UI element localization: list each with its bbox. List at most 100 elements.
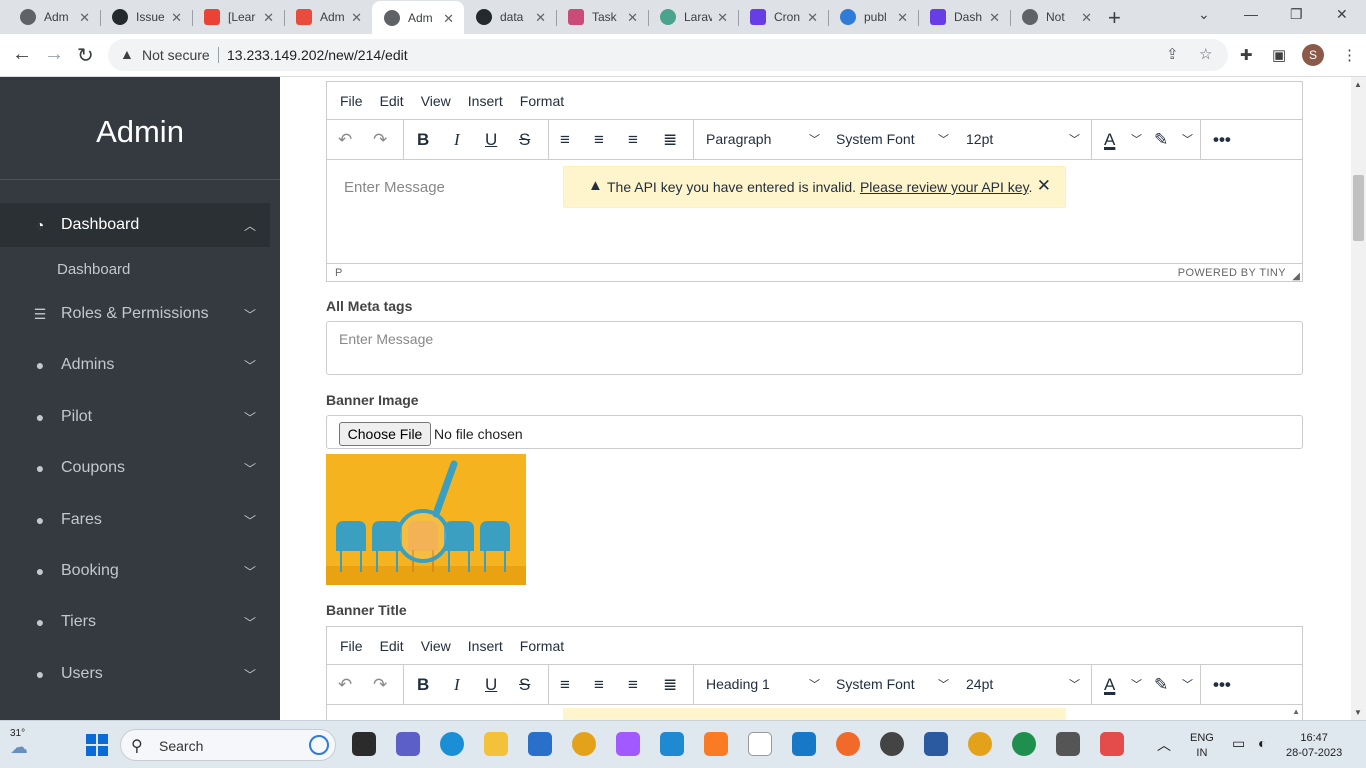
align-justify-icon[interactable]: ≣ (663, 675, 677, 695)
file-explorer-icon[interactable] (484, 732, 508, 756)
settings-gear-icon[interactable] (880, 732, 904, 756)
share-icon[interactable]: ⇪ (1166, 45, 1179, 63)
meta-tags-textarea[interactable]: Enter Message (326, 321, 1303, 375)
chevron-down-icon[interactable]: ﹀ (938, 131, 949, 147)
sidebar-item-admins[interactable]: ● Admins ﹀ (0, 343, 270, 387)
close-icon[interactable]: ✕ (989, 10, 1000, 26)
italic-icon[interactable]: I (454, 130, 460, 150)
mail-icon[interactable] (792, 732, 816, 756)
app-icon[interactable] (924, 732, 948, 756)
close-icon[interactable]: ✕ (351, 10, 362, 26)
tab-search-icon[interactable]: ⌄ (1198, 6, 1210, 23)
sidebar-item-coupons[interactable]: ● Coupons ﹀ (0, 446, 270, 490)
figma-icon[interactable] (616, 732, 640, 756)
clock[interactable]: 16:47 28-07-2023 (1286, 731, 1342, 761)
block-format-select[interactable]: Heading 1 (706, 676, 770, 692)
bold-icon[interactable]: B (417, 130, 429, 150)
url-text[interactable]: 13.233.149.202/new/214/edit (227, 47, 408, 63)
element-path[interactable]: P (335, 267, 342, 279)
align-right-icon[interactable]: ≡ (628, 675, 638, 695)
undo-icon[interactable]: ↶ (338, 130, 352, 150)
chevron-down-icon[interactable]: ﹀ (1069, 131, 1080, 147)
start-button[interactable] (86, 734, 108, 756)
window-close-button[interactable]: ✕ (1336, 6, 1348, 23)
align-center-icon[interactable]: ≡ (594, 675, 604, 695)
close-icon[interactable]: ✕ (807, 10, 818, 26)
forward-icon[interactable]: → (44, 43, 64, 66)
browser-tab-2[interactable]: Issue ✕ (100, 0, 192, 34)
more-menu-icon[interactable]: ⋮ (1342, 46, 1357, 64)
snipping-tool-icon[interactable] (1100, 732, 1124, 756)
network-icon[interactable]: ▭ (1232, 735, 1245, 752)
back-icon[interactable]: ← (12, 43, 32, 66)
minimize-button[interactable]: — (1244, 6, 1258, 22)
hs-app-icon[interactable] (1012, 732, 1036, 756)
powered-by-link[interactable]: POWERED BY TINY (1178, 267, 1286, 279)
browser-tab-5-active[interactable]: Adm ✕ (372, 1, 464, 34)
browser-tab-8[interactable]: Larav ✕ (648, 0, 738, 34)
teams-icon[interactable] (396, 732, 420, 756)
chrome-profile-icon[interactable] (968, 732, 992, 756)
align-center-icon[interactable]: ≡ (594, 130, 604, 150)
browser-tab-12[interactable]: Not ✕ (1010, 0, 1102, 34)
xampp-icon[interactable] (704, 732, 728, 756)
sidebar-item-tiers[interactable]: ● Tiers ﹀ (0, 600, 270, 644)
file-icon[interactable] (748, 732, 772, 756)
side-panel-icon[interactable]: ▣ (1272, 46, 1286, 64)
strikethrough-icon[interactable]: S (519, 130, 530, 150)
sidebar-item-pilot[interactable]: ● Pilot ﹀ (0, 395, 270, 439)
browser-tab-3[interactable]: [Lear ✕ (192, 0, 284, 34)
volume-icon[interactable]: ◐ (1258, 735, 1266, 751)
sidebar-subitem-dashboard[interactable]: Dashboard (57, 261, 130, 278)
font-size-select[interactable]: 24pt (966, 676, 993, 692)
text-color-icon[interactable]: A (1104, 675, 1115, 695)
close-icon[interactable]: ✕ (897, 10, 908, 26)
browser-tab-10[interactable]: publ ✕ (828, 0, 918, 34)
vscode-icon[interactable] (660, 732, 684, 756)
strikethrough-icon[interactable]: S (519, 675, 530, 695)
font-size-select[interactable]: 12pt (966, 131, 993, 147)
page-scrollbar[interactable]: ▲ ▼ (1351, 77, 1366, 720)
reload-icon[interactable]: ↻ (77, 43, 94, 68)
block-format-select[interactable]: Paragraph (706, 131, 771, 147)
chevron-down-icon[interactable]: ﹀ (809, 676, 820, 692)
postman-icon[interactable] (836, 732, 860, 756)
italic-icon[interactable]: I (454, 675, 460, 695)
browser-tab-9[interactable]: Cron ✕ (738, 0, 828, 34)
chevron-down-icon[interactable]: ﹀ (938, 676, 949, 692)
editor-body[interactable]: Enter Message ▲ The API key you have ent… (327, 160, 1302, 263)
resize-handle-icon[interactable]: ◢ (1292, 271, 1300, 282)
security-label[interactable]: Not secure (142, 47, 210, 63)
menu-insert[interactable]: Insert (468, 638, 503, 654)
chrome-icon[interactable] (572, 732, 596, 756)
restore-button[interactable]: ❐ (1290, 6, 1303, 23)
store-icon[interactable] (528, 732, 552, 756)
chevron-down-icon[interactable]: ﹀ (1069, 676, 1080, 692)
underline-icon[interactable]: U (485, 675, 497, 695)
chevron-down-icon[interactable]: ﹀ (1131, 676, 1142, 692)
align-left-icon[interactable]: ≡ (560, 130, 570, 150)
sidebar-item-booking[interactable]: ● Booking ﹀ (0, 549, 270, 593)
banner-image-file-input[interactable]: Choose File No file chosen (326, 415, 1303, 449)
scroll-thumb[interactable] (1353, 175, 1364, 241)
font-family-select[interactable]: System Font (836, 131, 915, 147)
close-icon[interactable]: ✕ (717, 10, 728, 26)
text-color-icon[interactable]: A (1104, 130, 1115, 150)
address-bar[interactable]: ▲ Not secure 13.233.149.202/new/214/edit… (108, 39, 1228, 71)
tray-overflow-chevron-icon[interactable]: ︿ (1157, 735, 1171, 755)
highlight-color-icon[interactable]: ✎ (1154, 675, 1168, 695)
task-view-icon[interactable] (352, 732, 376, 756)
redo-icon[interactable]: ↷ (373, 675, 387, 695)
more-options-icon[interactable]: ••• (1213, 130, 1231, 150)
bold-icon[interactable]: B (417, 675, 429, 695)
highlight-color-icon[interactable]: ✎ (1154, 130, 1168, 150)
underline-icon[interactable]: U (485, 130, 497, 150)
sidebar-item-fares[interactable]: ● Fares ﹀ (0, 498, 270, 542)
browser-tab-1[interactable]: Adm ✕ (8, 0, 100, 34)
brand-title[interactable]: Admin (0, 77, 280, 180)
menu-edit[interactable]: Edit (380, 93, 404, 109)
taskbar-search[interactable]: ⚲ Search (120, 729, 336, 761)
close-icon[interactable]: ✕ (171, 10, 182, 26)
menu-view[interactable]: View (421, 93, 451, 109)
chevron-down-icon[interactable]: ﹀ (1131, 131, 1142, 147)
